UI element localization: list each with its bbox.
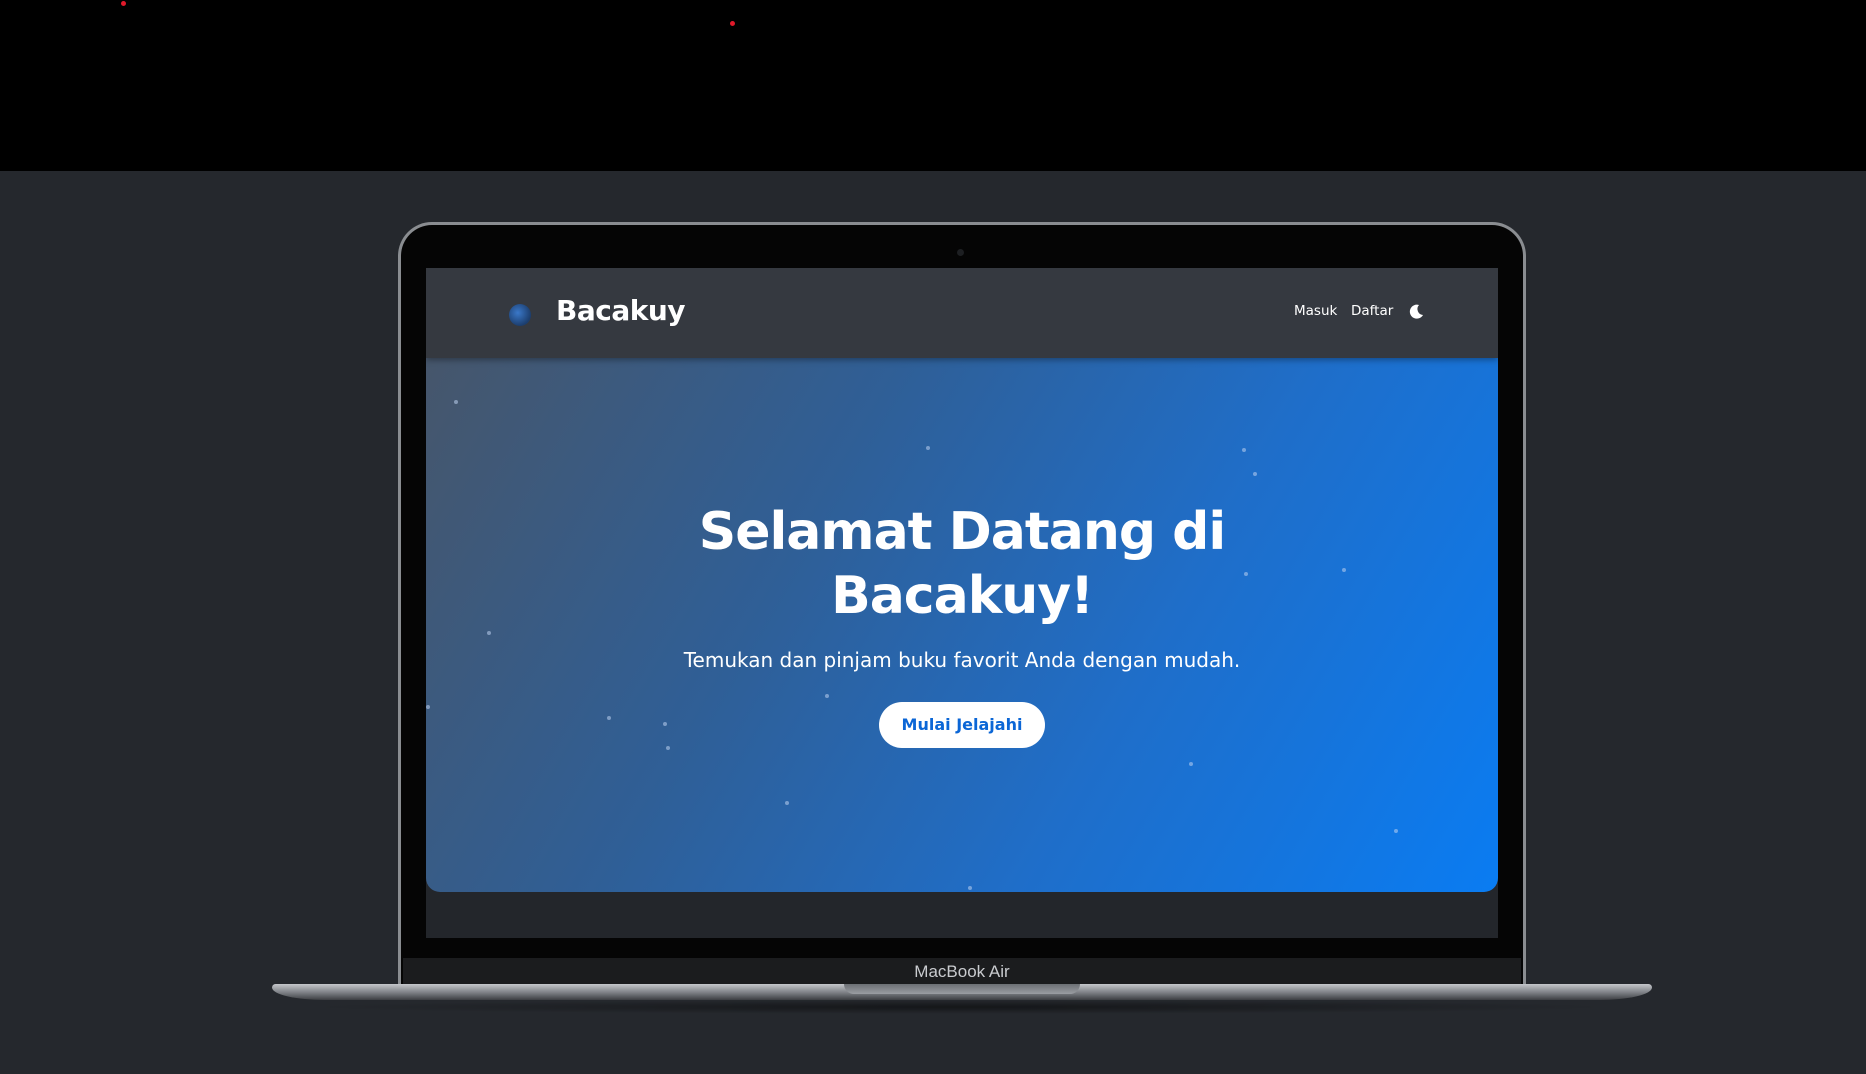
device-label: MacBook Air [914,962,1010,981]
hero-title: Selamat Datang di Bacakuy! [426,500,1498,628]
register-link[interactable]: Daftar [1351,303,1393,319]
star-dot [454,400,458,404]
star-dot [785,801,789,805]
star-dot [426,705,430,709]
star-dot [666,746,670,750]
hero-subtitle: Temukan dan pinjam buku favorit Anda den… [683,648,1241,672]
hero-title-line-1: Selamat Datang di [698,502,1226,562]
decorative-dot [121,1,126,6]
top-black-band [0,0,1866,171]
explore-button[interactable]: Mulai Jelajahi [879,702,1045,748]
star-dot [607,716,611,720]
moon-icon[interactable] [1406,302,1426,322]
star-dot [487,631,491,635]
star-dot [825,694,829,698]
star-dot [1394,829,1398,833]
hero-section: Selamat Datang di Bacakuy! Temukan dan p… [426,358,1498,892]
logo-icon[interactable] [509,304,531,326]
decorative-dot [730,21,735,26]
star-dot [1242,448,1246,452]
login-link[interactable]: Masuk [1294,303,1337,319]
laptop-chin: MacBook Air [403,958,1521,986]
laptop-hinge-notch [844,984,1080,994]
star-dot [1253,472,1257,476]
navbar: Bacakuy Masuk Daftar [426,268,1498,358]
star-dot [926,446,930,450]
laptop-screen: Bacakuy Masuk Daftar Selamat Datang di B… [426,268,1498,938]
hero-title-line-2: Bacakuy! [831,566,1094,626]
star-dot [1189,762,1193,766]
laptop-shadow [300,1000,1620,1014]
webcam [957,249,964,256]
star-dot [663,722,667,726]
brand-name[interactable]: Bacakuy [556,294,686,327]
star-dot [968,886,972,890]
